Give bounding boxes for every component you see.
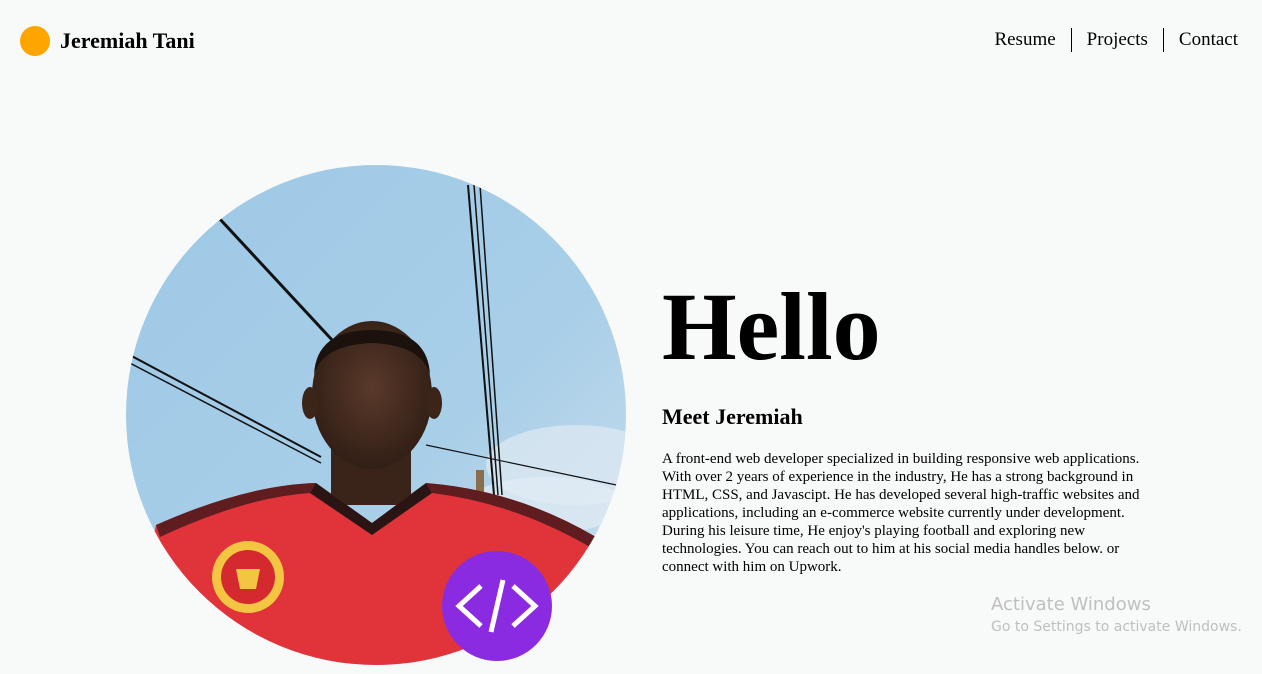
profile-photo-illustration [126,165,626,665]
code-brackets-icon [455,579,539,633]
nav-link-contact[interactable]: Contact [1164,28,1238,52]
hero-subheading: Meet Jeremiah [662,404,803,429]
hero-bio: A front-end web developer specialized in… [662,451,1140,575]
watermark-title: Activate Windows [991,594,1151,615]
profile-photo [126,165,626,665]
main-nav: Resume Projects Contact [979,28,1238,52]
activate-windows-watermark: Activate Windows Go to Settings to activ… [991,594,1242,638]
hero-heading: Hello [662,273,881,380]
brand-name: Jeremiah Tani [60,28,195,53]
watermark-subtitle: Go to Settings to activate Windows. [991,619,1242,635]
nav-link-resume[interactable]: Resume [979,28,1070,52]
code-badge [442,551,552,661]
site-header: Jeremiah Tani Resume Projects Contact [0,0,1262,82]
nav-link-projects[interactable]: Projects [1072,28,1163,52]
brand-logo-dot [20,26,50,56]
brand[interactable]: Jeremiah Tani [20,26,195,56]
